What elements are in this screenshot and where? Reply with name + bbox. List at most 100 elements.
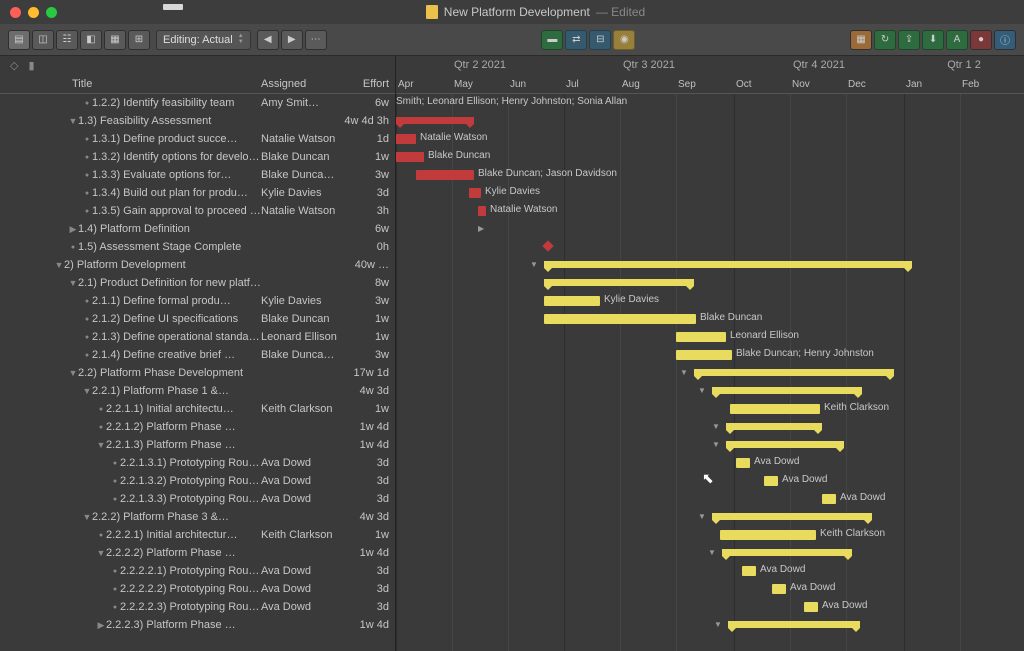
col-assigned[interactable]: Assigned [261, 78, 341, 90]
task-row[interactable]: ●2.1.1) Define formal produ…Kylie Davies… [0, 292, 395, 310]
summary-bar[interactable] [396, 117, 474, 124]
task-bar[interactable] [764, 476, 778, 486]
task-bar[interactable] [720, 530, 816, 540]
view-other-button[interactable]: ▦ [104, 30, 126, 50]
task-row[interactable]: ●2.1.4) Define creative brief …Blake Dun… [0, 346, 395, 364]
summary-bar[interactable] [544, 279, 694, 286]
view-gantt-button[interactable]: ▤ [8, 30, 30, 50]
task-bar[interactable] [416, 170, 474, 180]
outdent-button[interactable]: ◀ [257, 30, 279, 50]
disclosure-open-icon[interactable]: ▼ [96, 548, 106, 558]
task-bar[interactable] [478, 206, 486, 216]
disclosure-open-icon[interactable]: ▼ [68, 278, 78, 288]
task-row[interactable]: ●2.2.2.1) Initial architectur…Keith Clar… [0, 526, 395, 544]
task-row[interactable]: ●1.2.2) Identify feasibility teamAmy Smi… [0, 94, 395, 112]
task-bar[interactable] [742, 566, 756, 576]
task-row[interactable]: ▼2.2.1) Platform Phase 1 &…4w 3d [0, 382, 395, 400]
info-button[interactable]: ⓘ [994, 30, 1016, 50]
disclosure-open-icon[interactable]: ▼ [82, 386, 92, 396]
task-row[interactable]: ●1.3.5) Gain approval to proceed …Natali… [0, 202, 395, 220]
attachment-icon[interactable]: ▮ [28, 59, 34, 72]
summary-tri-icon[interactable]: ▼ [708, 548, 716, 557]
task-row[interactable]: ▼2.2) Platform Phase Development17w 1d [0, 364, 395, 382]
task-bar[interactable] [676, 350, 732, 360]
summary-bar[interactable] [726, 423, 822, 430]
summary-bar[interactable] [728, 621, 860, 628]
task-row[interactable]: ▼2.1) Product Definition for new platfor… [0, 274, 395, 292]
task-row[interactable]: ▼2) Platform Development40w … [0, 256, 395, 274]
task-bar[interactable] [396, 134, 416, 144]
task-bar[interactable] [544, 296, 600, 306]
record-button[interactable]: ● [970, 30, 992, 50]
task-row[interactable]: ●2.2.1.3.2) Prototyping Round 2Ava Dowd3… [0, 472, 395, 490]
disclosure-closed-icon[interactable]: ▶ [96, 620, 106, 631]
link-button[interactable]: ⋯ [305, 30, 327, 50]
calendar-button[interactable]: ▦ [850, 30, 872, 50]
task-row[interactable]: ▼2.2.2) Platform Phase 3 &…4w 3d [0, 508, 395, 526]
task-row[interactable]: ●2.2.2.2.2) Prototyping Round 2Ava Dowd3… [0, 580, 395, 598]
summary-bar[interactable] [726, 441, 844, 448]
task-row[interactable]: ●2.2.2.2.3) Prototyping Round 3Ava Dowd3… [0, 598, 395, 616]
minimize-icon[interactable] [28, 7, 39, 18]
task-row[interactable]: ▼2.2.1.3) Platform Phase …1w 4d [0, 436, 395, 454]
disclosure-open-icon[interactable]: ▼ [68, 368, 78, 378]
action-level-button[interactable]: ⇄ [565, 30, 587, 50]
sync-button[interactable]: ↻ [874, 30, 896, 50]
disclosure-open-icon[interactable]: ▼ [68, 116, 78, 126]
zoom-icon[interactable] [46, 7, 57, 18]
task-bar[interactable] [804, 602, 818, 612]
editing-mode-selector[interactable]: Editing: Actual ▲▼ [156, 30, 251, 50]
flag-icon[interactable]: ◇ [10, 59, 18, 72]
task-row[interactable]: ▶1.4) Platform Definition6w [0, 220, 395, 238]
task-row[interactable]: ●1.5) Assessment Stage Complete0h [0, 238, 395, 256]
task-row[interactable]: ●2.2.1.3.3) Prototyping Round 3Ava Dowd3… [0, 490, 395, 508]
col-title[interactable]: Title [0, 78, 261, 90]
disclosure-closed-icon[interactable]: ▶ [68, 224, 78, 235]
indent-button[interactable]: ▶ [281, 30, 303, 50]
task-bar[interactable] [730, 404, 820, 414]
close-icon[interactable] [10, 7, 21, 18]
summary-tri-icon[interactable]: ▼ [712, 422, 720, 431]
action-green-button[interactable]: ▬ [541, 30, 563, 50]
task-row[interactable]: ●1.3.3) Evaluate options for…Blake Dunca… [0, 166, 395, 184]
task-row[interactable]: ●1.3.1) Define product succe…Natalie Wat… [0, 130, 395, 148]
summary-bar[interactable] [544, 261, 912, 268]
view-calendar-button[interactable]: ☷ [56, 30, 78, 50]
action-catchup-button[interactable]: ⊟ [589, 30, 611, 50]
task-row[interactable]: ●2.2.2.2.1) Prototyping Round 1Ava Dowd3… [0, 562, 395, 580]
summary-bar[interactable] [694, 369, 894, 376]
view-network-button[interactable]: ◧ [80, 30, 102, 50]
view-resource-button[interactable]: ◫ [32, 30, 54, 50]
disclosure-open-icon[interactable]: ▼ [54, 260, 64, 270]
col-effort[interactable]: Effort [341, 78, 389, 90]
gantt-panel[interactable]: Qtr 2 2021Qtr 3 2021Qtr 4 2021Qtr 1 2 Ap… [396, 56, 1024, 651]
task-row[interactable]: ●2.1.3) Define operational standar…Leona… [0, 328, 395, 346]
gantt-body[interactable]: Smith; Leonard Ellison; Henry Johnston; … [396, 94, 1024, 651]
summary-tri-icon[interactable]: ▼ [530, 260, 538, 269]
task-row[interactable]: ●1.3.2) Identify options for developi…Bl… [0, 148, 395, 166]
collapsed-tri-icon[interactable]: ▶ [478, 224, 484, 233]
disclosure-open-icon[interactable]: ▼ [96, 440, 106, 450]
task-row[interactable]: ▼1.3) Feasibility Assessment4w 4d 3h [0, 112, 395, 130]
task-bar[interactable] [772, 584, 786, 594]
font-button[interactable]: A [946, 30, 968, 50]
summary-tri-icon[interactable]: ▼ [698, 512, 706, 521]
disclosure-open-icon[interactable]: ▼ [82, 512, 92, 522]
summary-bar[interactable] [712, 513, 872, 520]
action-snapshot-button[interactable]: ◉ [613, 30, 635, 50]
view-grid-button[interactable]: ⊞ [128, 30, 150, 50]
task-row[interactable]: ●2.2.1.3.1) Prototyping Round 1Ava Dowd3… [0, 454, 395, 472]
task-bar[interactable] [544, 314, 696, 324]
share-button[interactable]: ⇪ [898, 30, 920, 50]
task-bar[interactable] [676, 332, 726, 342]
task-bar[interactable] [736, 458, 750, 468]
task-bar[interactable] [469, 188, 481, 198]
task-row[interactable]: ●2.2.1.2) Platform Phase …1w 4d [0, 418, 395, 436]
summary-tri-icon[interactable]: ▼ [680, 368, 688, 377]
task-row[interactable]: ▼2.2.2.2) Platform Phase …1w 4d [0, 544, 395, 562]
task-row[interactable]: ●2.2.1.1) Initial architectu…Keith Clark… [0, 400, 395, 418]
milestone-icon[interactable] [542, 240, 553, 251]
reports-button[interactable]: ⬇ [922, 30, 944, 50]
task-bar[interactable] [396, 152, 424, 162]
task-row[interactable]: ●1.3.4) Build out plan for produ…Kylie D… [0, 184, 395, 202]
